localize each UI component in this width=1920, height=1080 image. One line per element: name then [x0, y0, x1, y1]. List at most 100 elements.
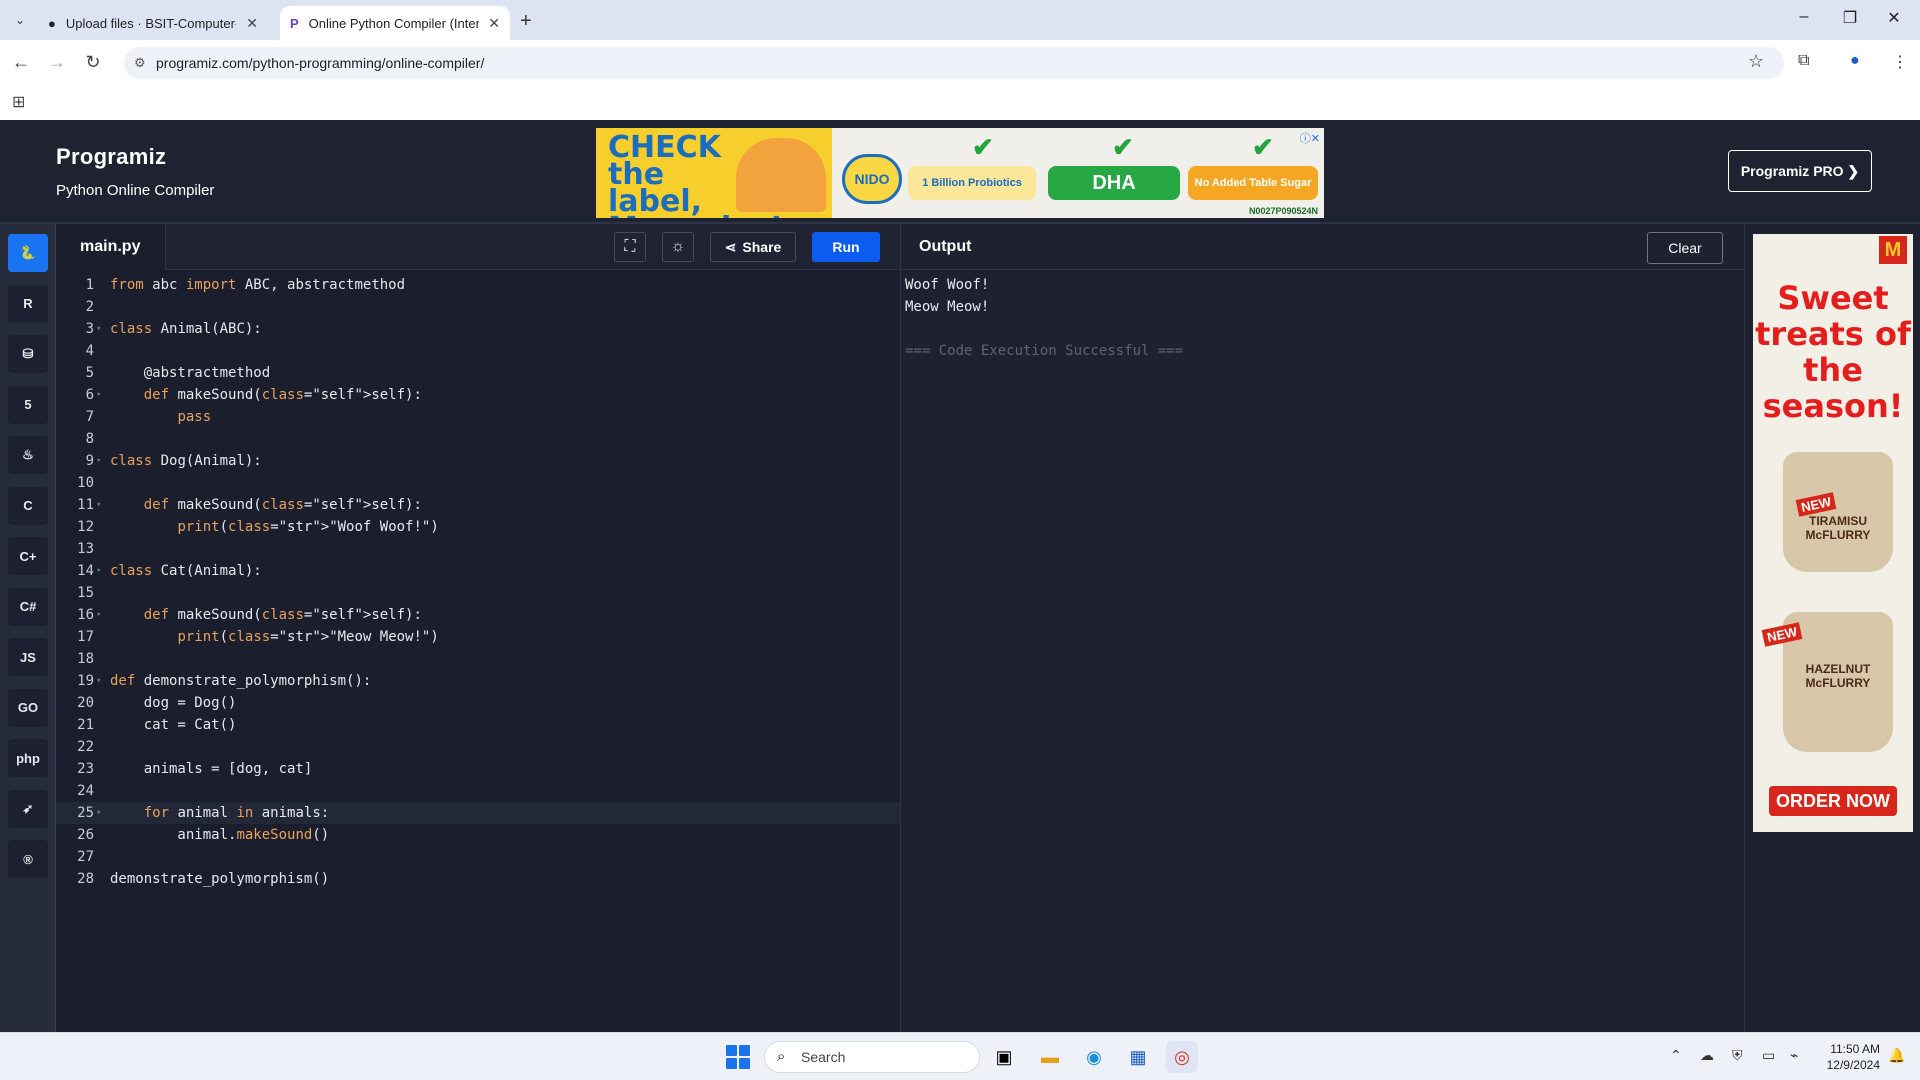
- fullscreen-icon[interactable]: ⛶: [614, 232, 646, 262]
- bookmark-star-icon[interactable]: ☆: [1748, 51, 1764, 72]
- browser-tab-programiz[interactable]: P Online Python Compiler (Interp ✕: [280, 6, 510, 40]
- code-line[interactable]: 18: [56, 648, 900, 670]
- file-tab-main[interactable]: main.py: [56, 224, 166, 270]
- taskbar-search[interactable]: ⌕ Search: [764, 1041, 980, 1073]
- code-line[interactable]: 10: [56, 472, 900, 494]
- window-close-icon[interactable]: ✕: [1882, 8, 1906, 28]
- restore-icon[interactable]: ❐: [1838, 8, 1862, 28]
- code-line[interactable]: 26 animal.makeSound(): [56, 824, 900, 846]
- fold-arrow-icon[interactable]: ▾: [96, 384, 101, 406]
- code-line[interactable]: 7 pass: [56, 406, 900, 428]
- browser-tab-github[interactable]: ● Upload files · BSIT-Computer-P ✕: [38, 6, 268, 40]
- code-line[interactable]: 23 animals = [dog, cat]: [56, 758, 900, 780]
- code-line[interactable]: 8: [56, 428, 900, 450]
- fold-arrow-icon[interactable]: ▾: [96, 802, 101, 824]
- csharp-icon[interactable]: C#: [8, 587, 48, 626]
- edge-icon[interactable]: ◉: [1078, 1041, 1110, 1073]
- code-line[interactable]: 1 from abc import ABC, abstractmethod: [56, 274, 900, 296]
- line-number: 18: [77, 651, 94, 667]
- code-area[interactable]: 1 from abc import ABC, abstractmethod 2 3 ▾ c…: [56, 274, 900, 890]
- site-info-icon[interactable]: ⚙: [134, 55, 146, 71]
- go-icon[interactable]: GO: [8, 688, 48, 727]
- fold-arrow-icon[interactable]: ▾: [96, 494, 101, 516]
- code-line[interactable]: 28 demonstrate_polymorphism(): [56, 868, 900, 890]
- task-view-icon[interactable]: ▣: [988, 1041, 1020, 1073]
- fold-arrow-icon[interactable]: ▾: [96, 450, 101, 472]
- code-line[interactable]: 21 cat = Cat(): [56, 714, 900, 736]
- url-bar[interactable]: ⚙ programiz.com/python-programming/onlin…: [124, 47, 1784, 79]
- cpp-icon[interactable]: C+: [8, 537, 48, 575]
- file-explorer-icon[interactable]: ▬: [1034, 1041, 1066, 1073]
- html-icon[interactable]: 5: [8, 385, 48, 424]
- code-line[interactable]: 24: [56, 780, 900, 802]
- code-line[interactable]: 3 ▾ class Animal(ABC):: [56, 318, 900, 340]
- code-line[interactable]: 11 ▾ def makeSound(class="self">self):: [56, 494, 900, 516]
- clear-button[interactable]: Clear: [1647, 232, 1723, 264]
- rust-icon[interactable]: ®: [8, 840, 48, 878]
- fold-arrow-icon[interactable]: ▾: [96, 560, 101, 582]
- display-icon[interactable]: ▭: [1762, 1047, 1775, 1064]
- tab-search-icon[interactable]: ⌄: [8, 8, 32, 32]
- minimize-icon[interactable]: –: [1792, 8, 1816, 26]
- programiz-logo[interactable]: Programiz: [56, 144, 166, 170]
- code-line[interactable]: 13: [56, 538, 900, 560]
- chrome-icon[interactable]: ◎: [1166, 1041, 1198, 1073]
- close-tab-icon[interactable]: ✕: [246, 15, 258, 32]
- code-line[interactable]: 2: [56, 296, 900, 318]
- output-console[interactable]: Woof Woof! Meow Meow! === Code Execution …: [905, 274, 1183, 362]
- code-line[interactable]: 15: [56, 582, 900, 604]
- code-line[interactable]: 6 ▾ def makeSound(class="self">self):: [56, 384, 900, 406]
- browser-menu-icon[interactable]: ⋮: [1892, 52, 1908, 72]
- code-line[interactable]: 14 ▾ class Cat(Animal):: [56, 560, 900, 582]
- apps-grid-icon[interactable]: ⊞: [12, 92, 25, 112]
- javascript-icon[interactable]: JS: [8, 638, 48, 676]
- notification-bell-icon[interactable]: 🔔: [1888, 1047, 1905, 1064]
- swift-icon[interactable]: ➶: [8, 789, 48, 828]
- code-line[interactable]: 20 dog = Dog(): [56, 692, 900, 714]
- line-number: 7: [85, 409, 94, 425]
- code-line[interactable]: 9 ▾ class Dog(Animal):: [56, 450, 900, 472]
- code-line[interactable]: 12 print(class="str">"Woof Woof!"): [56, 516, 900, 538]
- reload-icon[interactable]: ↻: [82, 52, 104, 73]
- theme-toggle-icon[interactable]: ☼: [662, 232, 694, 262]
- code-line[interactable]: 16 ▾ def makeSound(class="self">self):: [56, 604, 900, 626]
- php-icon[interactable]: php: [8, 739, 48, 777]
- windows-start-icon[interactable]: [726, 1045, 750, 1069]
- code-line[interactable]: 19 ▾ def demonstrate_polymorphism():: [56, 670, 900, 692]
- extensions-icon[interactable]: ⧉: [1798, 52, 1809, 70]
- r-icon[interactable]: R: [8, 284, 48, 323]
- order-now-button[interactable]: ORDER NOW: [1769, 786, 1897, 816]
- fold-arrow-icon[interactable]: ▾: [96, 318, 101, 340]
- back-icon[interactable]: ←: [10, 52, 32, 73]
- python-icon[interactable]: 🐍: [8, 234, 48, 272]
- close-tab-icon[interactable]: ✕: [488, 15, 500, 32]
- taskbar-clock[interactable]: 11:50 AM 12/9/2024: [1816, 1041, 1880, 1073]
- store-icon[interactable]: ▦: [1122, 1041, 1154, 1073]
- code-line[interactable]: 27: [56, 846, 900, 868]
- forward-icon[interactable]: →: [46, 52, 68, 73]
- programiz-pro-button[interactable]: Programiz PRO ❯: [1728, 150, 1872, 192]
- network-icon[interactable]: ⌁: [1790, 1047, 1798, 1064]
- new-tab-icon[interactable]: +: [520, 10, 532, 33]
- code-line[interactable]: 22: [56, 736, 900, 758]
- java-icon[interactable]: ♨: [8, 436, 48, 474]
- onedrive-icon[interactable]: ☁: [1700, 1047, 1714, 1064]
- ad-close-icon[interactable]: ⓘ✕: [1300, 130, 1320, 146]
- line-number: 19: [77, 673, 94, 689]
- ad-banner[interactable]: CHECK the label, Mommies! NIDO ✔ ✔ ✔ 1 B…: [596, 128, 1324, 218]
- side-ad[interactable]: M Sweet treats of the season! TIRAMISU M…: [1753, 234, 1913, 832]
- profile-icon[interactable]: ●: [1850, 52, 1860, 70]
- code-line[interactable]: 17 print(class="str">"Meow Meow!"): [56, 626, 900, 648]
- line-number: 15: [77, 585, 94, 601]
- c-icon[interactable]: C: [8, 486, 48, 525]
- tray-chevron-icon[interactable]: ⌃: [1670, 1047, 1682, 1064]
- code-line[interactable]: 5 @abstractmethod: [56, 362, 900, 384]
- fold-arrow-icon[interactable]: ▾: [96, 604, 101, 626]
- code-line[interactable]: 25 ▾ for animal in animals:: [56, 802, 900, 824]
- share-button[interactable]: ⋖ Share: [710, 232, 796, 262]
- run-button[interactable]: Run: [812, 232, 880, 262]
- defender-icon[interactable]: ⛨: [1732, 1047, 1743, 1064]
- code-line[interactable]: 4: [56, 340, 900, 362]
- fold-arrow-icon[interactable]: ▾: [96, 670, 101, 692]
- sql-icon[interactable]: ⛁: [8, 335, 48, 373]
